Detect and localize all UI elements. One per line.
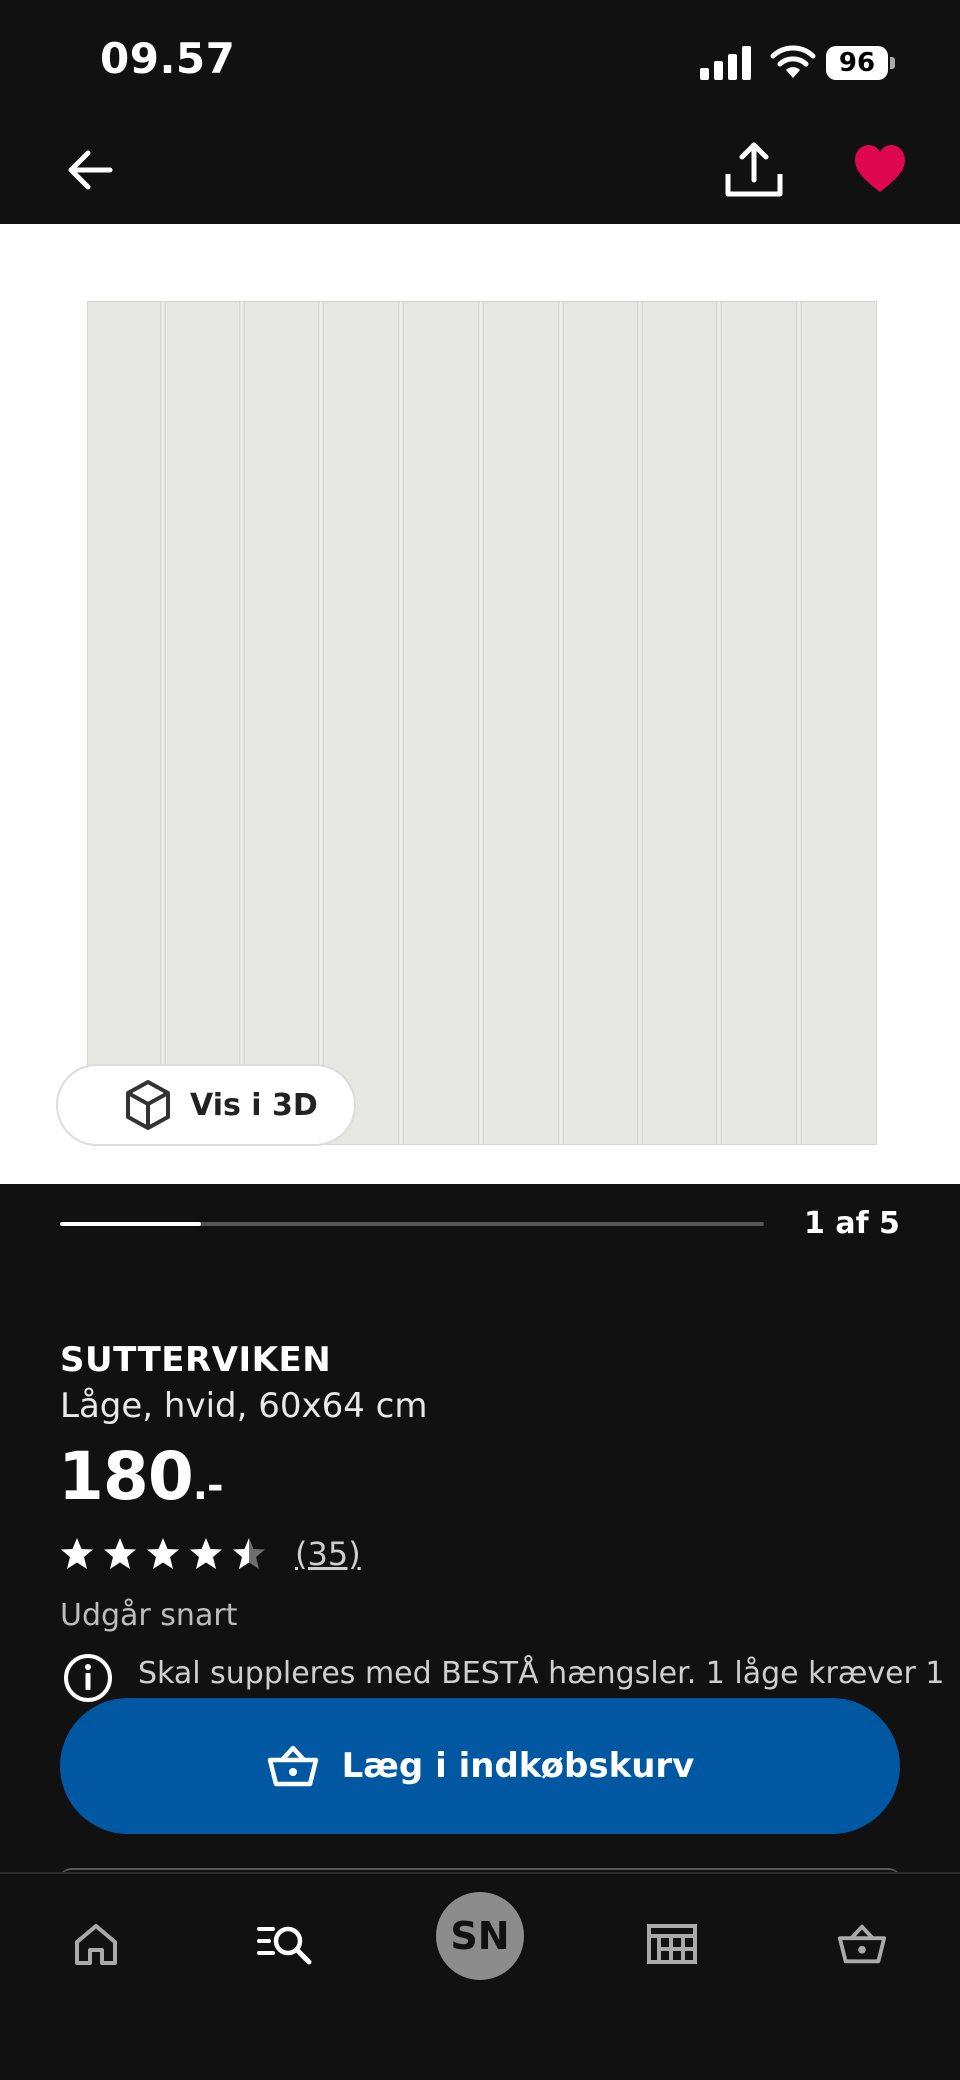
- info-message: Skal suppleres med BESTÅ hængsler. 1 låg…: [138, 1656, 945, 1691]
- gallery-progress: [60, 1222, 764, 1226]
- signal-icon: [700, 46, 751, 80]
- availability-note: Udgår snart: [60, 1598, 238, 1633]
- wifi-icon: [770, 45, 816, 78]
- star-full-icon: [147, 1538, 179, 1569]
- product-description: Låge, hvid, 60x64 cm: [60, 1386, 428, 1426]
- info-icon: [64, 1654, 112, 1702]
- gallery-progress-fill: [60, 1222, 201, 1226]
- nav-stores[interactable]: [632, 1904, 712, 1984]
- basket-icon: [837, 1924, 887, 1964]
- star-full-icon: [104, 1538, 136, 1569]
- basket-icon: [267, 1745, 318, 1787]
- add-to-cart-button[interactable]: Læg i indkøbskurv: [60, 1698, 900, 1834]
- search-list-icon: [257, 1926, 312, 1965]
- back-arrow-icon[interactable]: [60, 140, 120, 200]
- cube-icon: [126, 1080, 170, 1130]
- product-image-area[interactable]: Vis i 3D: [0, 224, 960, 1184]
- star-half-icon: [233, 1538, 265, 1569]
- price-value: 180: [58, 1438, 194, 1515]
- heart-icon[interactable]: [852, 142, 908, 198]
- star-full-icon: [190, 1538, 222, 1569]
- product-image: [88, 302, 876, 1144]
- nav-basket[interactable]: [822, 1904, 902, 1984]
- product-name: SUTTERVIKEN: [60, 1340, 332, 1380]
- view-3d-label: Vis i 3D: [190, 1087, 318, 1123]
- view-3d-button[interactable]: Vis i 3D: [58, 1066, 354, 1144]
- product-rating[interactable]: (35): [60, 1535, 361, 1573]
- share-icon[interactable]: [722, 140, 786, 200]
- nav-home[interactable]: [56, 1904, 136, 1984]
- gallery-page-indicator: 1 af 5: [804, 1206, 900, 1241]
- bottom-navigation: SN: [0, 1872, 960, 2080]
- price-suffix: .-: [192, 1463, 224, 1509]
- product-price: 180.-: [58, 1438, 224, 1515]
- profile-avatar[interactable]: SN: [436, 1892, 524, 1980]
- home-icon: [75, 1924, 117, 1965]
- review-count-link[interactable]: (35): [295, 1535, 361, 1573]
- nav-search[interactable]: [246, 1904, 326, 1984]
- store-icon: [647, 1924, 697, 1964]
- battery-level: 96: [826, 46, 888, 80]
- battery-indicator: 96: [826, 46, 896, 80]
- status-time: 09.57: [100, 34, 236, 83]
- star-full-icon: [61, 1538, 93, 1569]
- add-to-cart-label: Læg i indkøbskurv: [341, 1746, 695, 1786]
